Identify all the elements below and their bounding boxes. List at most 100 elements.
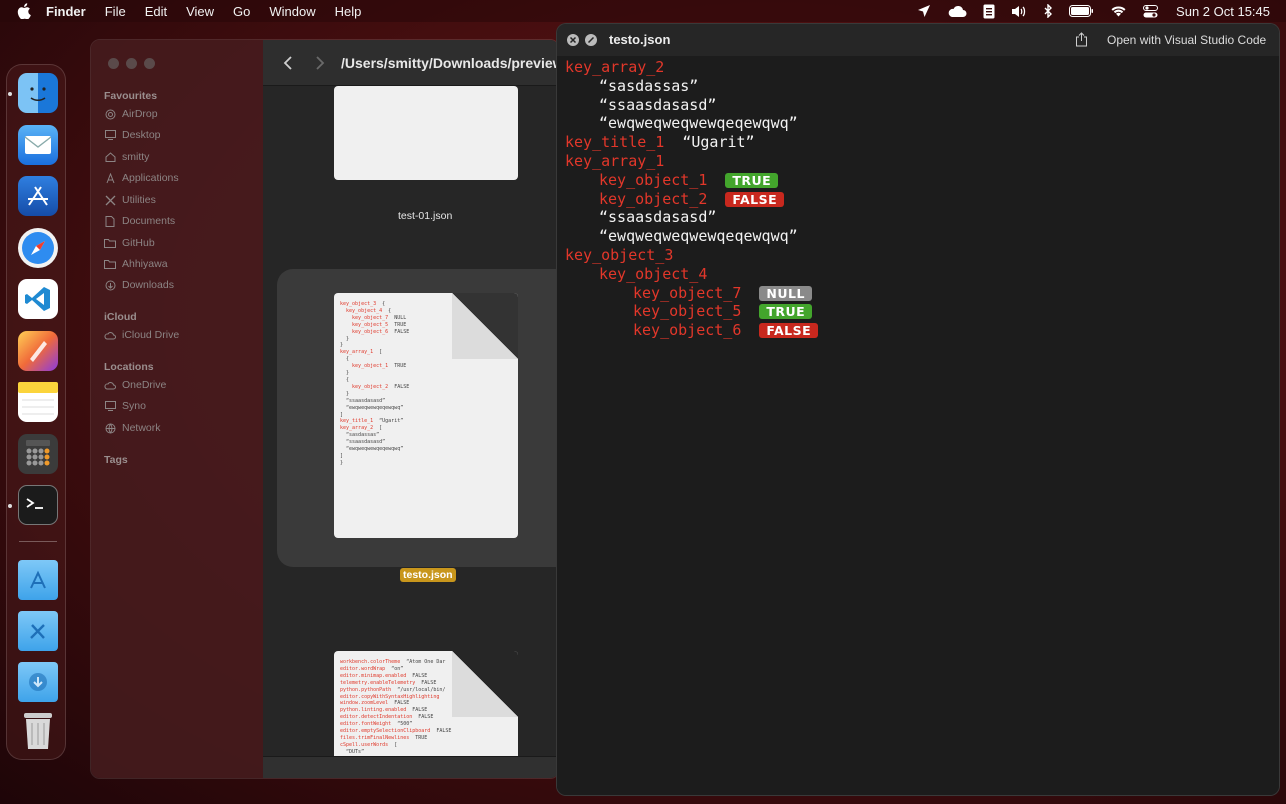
menu-edit[interactable]: Edit	[145, 4, 167, 19]
menu-window[interactable]: Window	[269, 4, 315, 19]
json-line: “ssaasdasasd”	[599, 96, 716, 115]
sidebar-item-label: Desktop	[122, 129, 161, 141]
battery-icon[interactable]	[1069, 5, 1094, 17]
sidebar-item-syno[interactable]: Syno	[104, 398, 146, 414]
menu-view[interactable]: View	[186, 4, 214, 19]
control-center-icon[interactable]	[1143, 4, 1159, 18]
pixelmator-icon[interactable]	[18, 331, 58, 371]
sidebar-item-ahhiyawa[interactable]: Ahhiyawa	[104, 256, 168, 272]
sidebar-header-icloud: iCloud	[104, 311, 137, 323]
thumbnail-code-line: “sasdassas”	[340, 432, 380, 439]
json-string-value: “Ugarit”	[682, 133, 755, 152]
sidebar-item-utilities[interactable]: Utilities	[104, 192, 156, 208]
vscode-icon[interactable]	[18, 279, 58, 319]
close-icon[interactable]	[567, 34, 579, 46]
mail-icon[interactable]	[18, 125, 58, 165]
utilities-icon	[104, 194, 116, 206]
thumbnail-code-line: key_object_1 TRUE	[340, 363, 407, 370]
menu-clock[interactable]: Sun 2 Oct 15:45	[1176, 4, 1270, 19]
sidebar-header-locations: Locations	[104, 361, 154, 373]
thumbnail-code-line: key_title_1 “Ugarit”	[340, 418, 404, 425]
location-icon[interactable]	[917, 4, 931, 18]
json-false-badge: FALSE	[725, 191, 785, 207]
sidebar-item-onedrive[interactable]: OneDrive	[104, 377, 166, 393]
close-button[interactable]	[108, 58, 119, 69]
file-label-testo[interactable]: testo.json	[400, 568, 456, 582]
sidebar-item-airdrop[interactable]: AirDrop	[104, 106, 158, 122]
open-with-button[interactable]: Open with Visual Studio Code	[1107, 33, 1266, 47]
thumbnail-code-line: key_array_1 [	[340, 349, 383, 356]
volume-icon[interactable]	[1011, 5, 1028, 18]
json-key: key_object_2	[599, 189, 708, 208]
folder-icon	[104, 258, 116, 270]
menu-help[interactable]: Help	[335, 4, 362, 19]
safari-icon[interactable]	[18, 228, 58, 268]
sidebar-item-label: AirDrop	[122, 108, 158, 120]
file-label-test-01[interactable]: test-01.json	[398, 210, 452, 222]
json-line: key_object_1 TRUE	[599, 171, 779, 190]
thumbnail-code-line: editor.wordWrap “on”	[340, 665, 404, 672]
sidebar-item-network[interactable]: Network	[104, 420, 161, 436]
sidebar-item-label: OneDrive	[122, 379, 167, 391]
sidebar-item-icloud-drive[interactable]: iCloud Drive	[104, 327, 179, 343]
sidebar-item-smitty[interactable]: smitty	[104, 149, 149, 165]
fullscreen-icon[interactable]	[585, 34, 597, 46]
calculator-icon[interactable]	[18, 434, 58, 474]
thumbnail-code-line: editor.minimap.enabled FALSE	[340, 672, 428, 679]
json-false-badge: FALSE	[759, 323, 819, 339]
terminal-icon[interactable]	[18, 485, 58, 525]
json-line: “sasdassas”	[599, 77, 698, 96]
json-key: key_object_5	[633, 302, 742, 321]
thumbnail-code-line: key_object_3 {	[340, 301, 386, 307]
zoom-button[interactable]	[144, 58, 155, 69]
share-icon[interactable]	[1075, 32, 1088, 47]
finder-toolbar: /Users/smitty/Downloads/preview	[263, 40, 559, 86]
downloads-folder-icon[interactable]	[18, 662, 58, 702]
horizontal-scrollbar[interactable]	[263, 756, 559, 778]
thumbnail-code-line: }	[340, 335, 350, 342]
quicklook-header: testo.json Open with Visual Studio Code	[557, 24, 1279, 56]
thumbnail-code-line: key_object_2 FALSE	[340, 383, 410, 390]
thumbnail-code-preview: key_object_3 { key_object_4 { key_object…	[340, 301, 409, 467]
minimize-button[interactable]	[126, 58, 137, 69]
sidebar-item-github[interactable]: GitHub	[104, 235, 155, 251]
home-icon	[104, 151, 116, 163]
notes-icon[interactable]	[18, 382, 58, 422]
menu-file[interactable]: File	[105, 4, 126, 19]
thumbnail-code-line: {	[340, 356, 350, 363]
file-thumbnail-test-01[interactable]	[334, 86, 518, 180]
json-key: key_object_4	[599, 264, 708, 283]
thumbnail-code-line: window.zoomLevel FALSE	[340, 700, 410, 707]
thumbnail-code-line: {	[340, 376, 350, 383]
menu-go[interactable]: Go	[233, 4, 250, 19]
dock-separator	[19, 541, 57, 542]
trash-icon[interactable]	[18, 711, 58, 751]
apple-icon[interactable]	[17, 3, 31, 19]
json-key: key_object_6	[633, 321, 742, 340]
back-button[interactable]	[281, 54, 295, 72]
sidebar-item-desktop[interactable]: Desktop	[104, 127, 161, 143]
file-thumbnail-testo[interactable]: key_object_3 { key_object_4 { key_object…	[334, 293, 518, 538]
clipboard-icon[interactable]	[983, 4, 995, 19]
utilities-folder-icon[interactable]	[18, 611, 58, 651]
xcode-icon[interactable]	[18, 176, 58, 216]
sidebar-item-downloads[interactable]: Downloads	[104, 277, 174, 293]
wifi-icon[interactable]	[1110, 5, 1127, 17]
thumbnail-code-line: }	[340, 390, 350, 397]
menu-app-name[interactable]: Finder	[46, 4, 86, 19]
sidebar-item-applications[interactable]: Applications	[104, 170, 179, 186]
sidebar-item-label: Documents	[122, 215, 176, 227]
finder-icon[interactable]	[18, 73, 58, 113]
thumbnail-code-line: }	[340, 370, 350, 377]
display-icon	[104, 400, 116, 412]
forward-button[interactable]	[313, 54, 327, 72]
file-thumbnail-settings[interactable]: workbench.colorTheme “Atom One Dar editor…	[334, 651, 518, 761]
thumbnail-code-line: key_object_7 NULL	[340, 314, 407, 321]
bluetooth-icon[interactable]	[1044, 4, 1053, 18]
applications-folder-icon[interactable]	[18, 560, 58, 600]
json-line: key_object_4	[599, 265, 707, 284]
sidebar-item-documents[interactable]: Documents	[104, 213, 175, 229]
thumbnail-code-line: editor.copyWithSyntaxHighlighting	[340, 693, 446, 700]
document-icon	[104, 215, 116, 227]
cloud-icon[interactable]	[947, 5, 967, 18]
